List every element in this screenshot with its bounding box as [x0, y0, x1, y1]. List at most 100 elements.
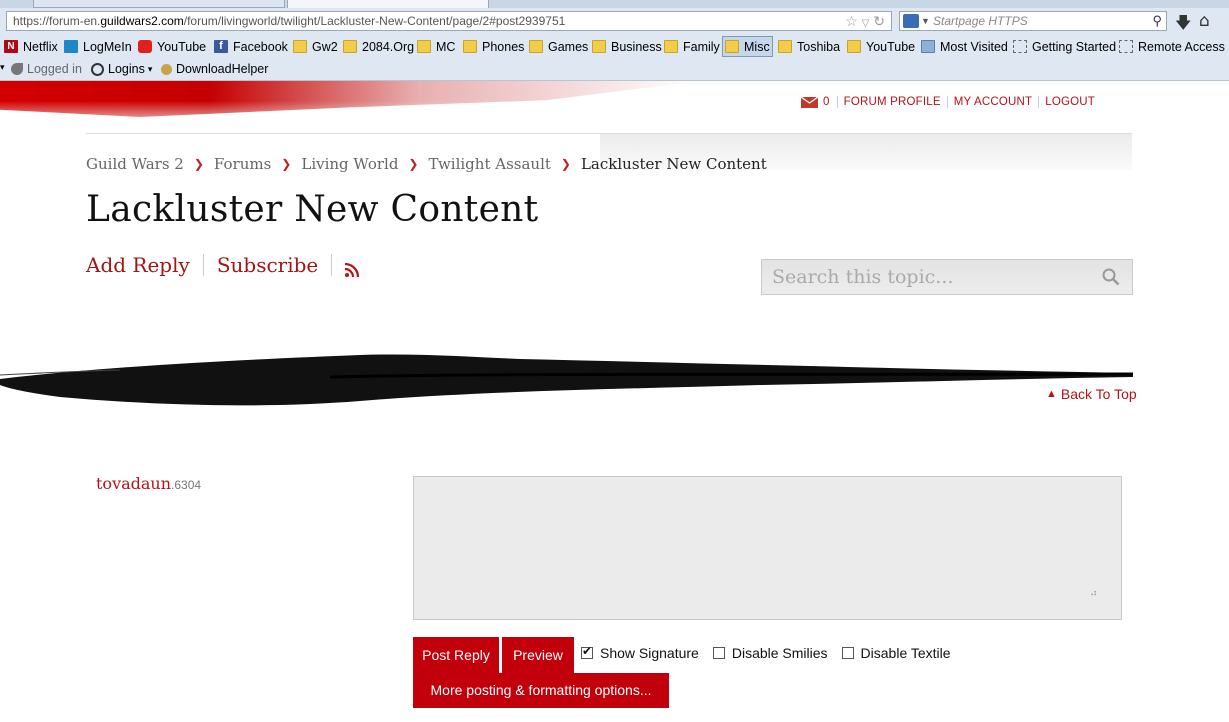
youtube-icon [138, 40, 152, 53]
chevron-down-icon[interactable]: ▼ [921, 12, 930, 30]
search-icon[interactable]: ⚲ [1152, 12, 1162, 30]
disable-textile-checkbox[interactable] [841, 647, 854, 659]
home-icon[interactable]: ⌂ [1199, 11, 1210, 31]
subscribe-link[interactable]: Subscribe [217, 253, 318, 277]
breadcrumb: Guild Wars 2 ❯ Forums ❯ Living World ❯ T… [86, 155, 767, 173]
key-icon [11, 63, 23, 75]
reload-icon[interactable]: ↻ [873, 13, 885, 29]
folder-icon [847, 40, 861, 53]
bookmark-getting-started[interactable]: Getting Started [1013, 38, 1116, 55]
reply-options: Show Signature Disable Smilies Disable T… [581, 644, 965, 661]
bookmark-folder-2084[interactable]: 2084.Org [343, 38, 414, 55]
chevron-down-icon: ▾ [147, 63, 153, 74]
bookmark-remote-access[interactable]: Remote Access a [1119, 38, 1229, 55]
chevron-right-icon: ❯ [193, 157, 204, 171]
url-domain: guildwars2.com [100, 14, 184, 28]
addon-logged-in[interactable]: Logged in [11, 62, 82, 76]
bookmark-facebook[interactable]: f Facebook [214, 38, 288, 55]
message-count[interactable]: 0 [823, 96, 830, 108]
addon-logins[interactable]: Logins ▾ [91, 62, 152, 76]
folder-icon [293, 40, 307, 53]
breadcrumb-current: Lackluster New Content [580, 155, 767, 173]
back-to-top-label: Back To Top [1060, 386, 1137, 402]
search-icon[interactable] [1102, 268, 1120, 286]
bookmark-folder-games[interactable]: Games [529, 38, 588, 55]
disable-textile-label: Disable Textile [860, 645, 951, 661]
chevron-right-icon: ❯ [560, 157, 571, 171]
bookmark-netflix[interactable]: N Netflix [4, 38, 58, 55]
history-dropdown-icon[interactable]: ▽ [862, 18, 870, 29]
author-name[interactable]: tovadaun [96, 474, 171, 493]
browser-search-box[interactable]: ▼ Startpage HTTPS ⚲ [899, 11, 1167, 31]
breadcrumb-forums[interactable]: Forums [214, 155, 271, 173]
disable-textile-option[interactable]: Disable Textile [841, 645, 951, 661]
preview-button[interactable]: Preview [502, 637, 574, 673]
bookmark-folder-youtube[interactable]: YouTube [847, 38, 915, 55]
resize-grip-icon[interactable]: ⠴ [1090, 588, 1097, 599]
browser-nav-bar: https://forum-en.guildwars2.com/forum/li… [0, 8, 1229, 34]
folder-icon [664, 40, 678, 53]
disable-smilies-checkbox[interactable] [712, 647, 725, 659]
post-reply-button[interactable]: Post Reply [413, 637, 499, 673]
folder-icon [417, 40, 431, 53]
lock-icon [91, 62, 104, 76]
breadcrumb-guild-wars-2[interactable]: Guild Wars 2 [86, 155, 184, 173]
bookmark-folder-gw2[interactable]: Gw2 [293, 38, 338, 55]
browser-tab[interactable] [33, 0, 285, 8]
show-signature-option[interactable]: Show Signature [581, 644, 699, 661]
page-title: Lackluster New Content [86, 189, 539, 230]
folder-icon [725, 40, 739, 53]
url-bar-icons: ☆ ▽ ↻ [845, 12, 885, 30]
bookmark-youtube[interactable]: YouTube [138, 38, 206, 55]
url-bar[interactable]: https://forum-en.guildwars2.com/forum/li… [6, 11, 892, 31]
chevron-right-icon: ❯ [281, 157, 292, 171]
bookmark-folder-phones[interactable]: Phones [463, 38, 524, 55]
bookmark-folder-toshiba[interactable]: Toshiba [778, 38, 840, 55]
my-account-link[interactable]: MY ACCOUNT [946, 96, 1038, 108]
logout-link[interactable]: LOGOUT [1038, 96, 1101, 108]
facebook-icon: f [214, 40, 228, 53]
divider [202, 254, 204, 276]
back-to-top-link[interactable]: ▲ Back To Top [1046, 386, 1137, 402]
chevron-down-icon: ▾ [0, 62, 5, 72]
bookmark-folder-misc[interactable]: Misc [722, 36, 773, 57]
forum-profile-link[interactable]: FORUM PROFILE [836, 96, 947, 108]
downloadhelper-icon [161, 63, 172, 75]
chevron-right-icon: ❯ [408, 157, 419, 171]
browser-search-placeholder: Startpage HTTPS [933, 14, 1028, 28]
most-visited-icon [921, 40, 935, 53]
url-prefix: https://forum-en. [13, 14, 101, 28]
bookmark-logmein[interactable]: LogMeIn [64, 38, 132, 55]
bookmarks-toolbar: N Netflix LogMeIn YouTube f Facebook Gw2 2… [0, 34, 1229, 58]
disable-smilies-option[interactable]: Disable Smilies [712, 645, 828, 661]
more-options-button[interactable]: More posting & formatting options... [413, 673, 669, 708]
topic-search-input[interactable] [762, 260, 1092, 294]
breadcrumb-twilight-assault[interactable]: Twilight Assault [428, 155, 550, 173]
disable-smilies-label: Disable Smilies [731, 645, 828, 661]
author-id: .6304 [171, 478, 202, 492]
web-page: 0 FORUM PROFILE MY ACCOUNT LOGOUT Guild … [0, 81, 1229, 722]
mail-icon[interactable] [801, 96, 818, 108]
addon-downloadhelper[interactable]: DownloadHelper [161, 62, 268, 76]
search-engine-icon[interactable] [903, 14, 919, 28]
user-nav: 0 FORUM PROFILE MY ACCOUNT LOGOUT [801, 96, 1101, 108]
bookmark-folder-family[interactable]: Family [664, 38, 720, 55]
add-reply-link[interactable]: Add Reply [86, 253, 190, 277]
show-signature-checkbox[interactable] [581, 644, 593, 659]
addon-chevron[interactable]: ▾ [0, 62, 8, 73]
show-signature-label: Show Signature [600, 645, 699, 661]
bookmark-most-visited[interactable]: Most Visited [921, 38, 1008, 55]
folder-icon [463, 40, 477, 53]
breadcrumb-living-world[interactable]: Living World [301, 155, 398, 173]
bookmark-folder-business[interactable]: Business [592, 38, 662, 55]
bookmark-folder-mc[interactable]: MC [417, 38, 455, 55]
bookmark-star-icon[interactable]: ☆ [845, 13, 858, 29]
folder-icon [529, 40, 543, 53]
logmein-icon [64, 40, 78, 53]
folder-icon [343, 40, 357, 53]
folder-icon [592, 40, 606, 53]
thread-actions: Add Reply Subscribe [86, 253, 360, 278]
reply-textarea[interactable] [413, 476, 1122, 620]
reply-author[interactable]: tovadaun.6304 [96, 474, 201, 493]
rss-icon[interactable] [345, 258, 360, 278]
